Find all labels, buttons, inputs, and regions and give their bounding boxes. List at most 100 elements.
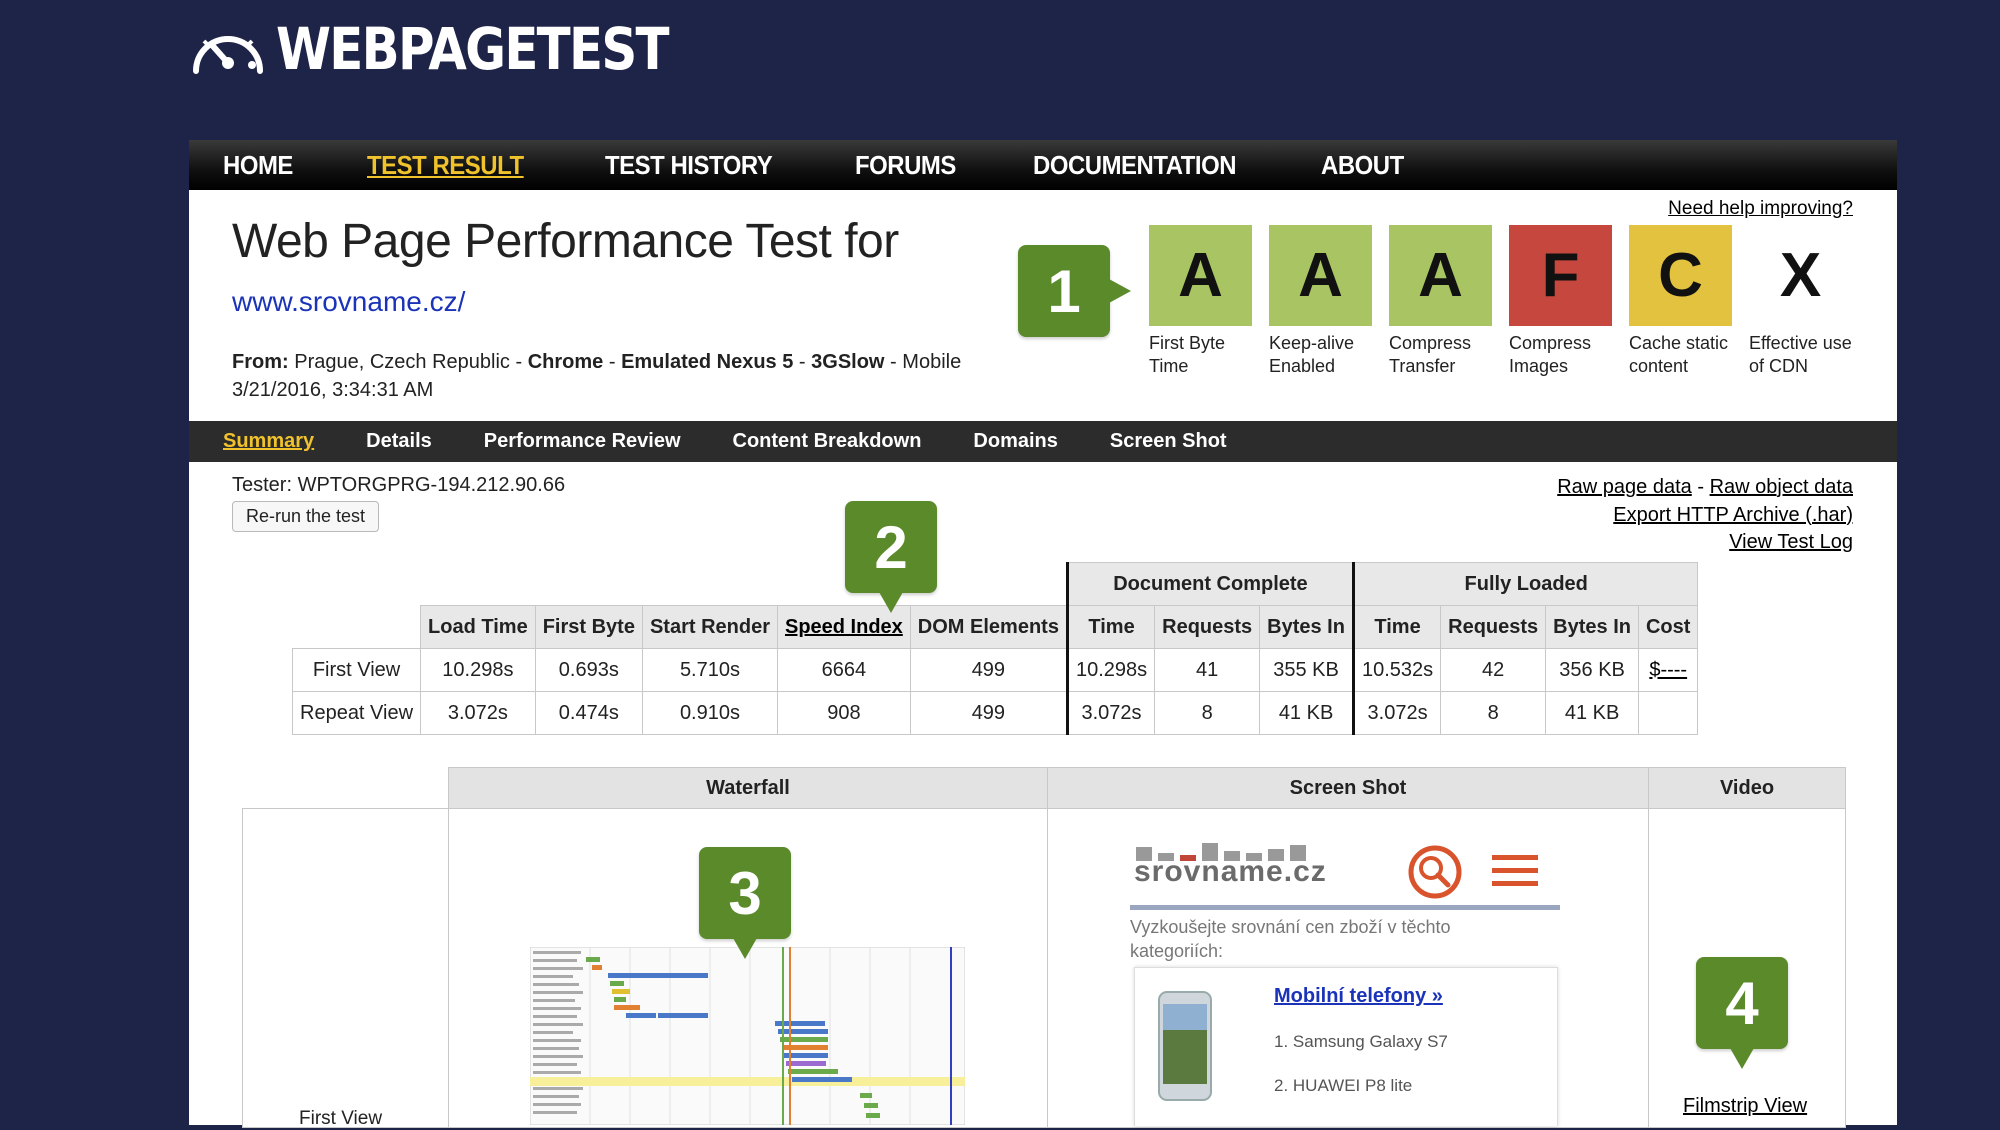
table-row: Repeat View 3.072s 0.474s 0.910s 908 499… — [291, 691, 1699, 735]
grade-label: First Byte Time — [1149, 333, 1226, 376]
rerun-button[interactable]: Re-run the test — [232, 501, 380, 532]
category-card: Mobilní telefony » 1. Samsung Galaxy S7 … — [1134, 967, 1558, 1126]
tab-content-breakdown[interactable]: Content Breakdown — [733, 430, 922, 453]
col-doc-requests: Requests — [1154, 605, 1261, 649]
cell: 5.710s — [641, 648, 778, 692]
divider — [1130, 905, 1560, 910]
screenshot-header: Screen Shot — [1047, 767, 1649, 809]
export-har-link[interactable]: Export HTTP Archive (.har) — [1613, 504, 1853, 526]
cell: 8 — [1154, 691, 1261, 735]
col-cost: Cost — [1637, 605, 1699, 649]
callout-2: 2 — [845, 501, 937, 613]
cell: 3.072s — [420, 691, 536, 735]
network: 3GSlow — [811, 351, 885, 373]
nav-forums[interactable]: FORUMS — [855, 150, 956, 181]
search-icon — [1408, 845, 1462, 899]
test-datetime: 3/21/2016, 3:34:31 AM — [232, 379, 434, 401]
phone-image — [1158, 991, 1212, 1101]
nav-documentation[interactable]: DOCUMENTATION — [1033, 150, 1237, 181]
cell: 10.298s — [1065, 648, 1156, 692]
callout-number: 4 — [1725, 969, 1759, 1037]
row-label: Repeat View — [291, 691, 422, 735]
grade-first-byte[interactable]: A First Byte Time — [1149, 225, 1252, 378]
callout-pointer — [1730, 1048, 1754, 1069]
table-row: First View 10.298s 0.693s 5.710s 6664 49… — [291, 648, 1699, 692]
document-complete-header: Document Complete — [1065, 562, 1354, 606]
col-doc-bytes: Bytes In — [1259, 605, 1354, 649]
grade-letter: C — [1629, 225, 1732, 326]
nav-home[interactable]: HOME — [223, 150, 293, 181]
grade-letter: X — [1749, 225, 1852, 326]
cell: 6664 — [776, 648, 911, 692]
platform: Mobile — [902, 351, 962, 373]
grade-label: Cache static content — [1629, 333, 1729, 376]
cell: 908 — [776, 691, 911, 735]
cell: 3.072s — [1351, 691, 1442, 735]
speedometer-icon — [193, 36, 263, 74]
col-start-render: Start Render — [641, 605, 778, 649]
first-view-label: First View — [299, 1108, 383, 1129]
callout-pointer — [733, 938, 757, 959]
screenshot-tagline: Vyzkoušejte srovnání cen zboží v těchto … — [1130, 917, 1451, 961]
callout-number: 2 — [874, 513, 908, 581]
link-separator: - — [1697, 476, 1705, 498]
tested-url-link[interactable]: www.srovname.cz/ — [232, 286, 465, 318]
grade-compress-images[interactable]: F Compress Images — [1509, 225, 1612, 378]
cost-cell: $---- — [1637, 648, 1699, 692]
cell: 41 KB — [1259, 691, 1354, 735]
row-label: First View — [291, 648, 422, 692]
category-link[interactable]: Mobilní telefony » — [1274, 985, 1443, 1008]
tab-summary[interactable]: Summary — [223, 430, 314, 453]
cost-link[interactable]: $---- — [1649, 659, 1687, 681]
help-improving-link[interactable]: Need help improving? — [1668, 198, 1853, 220]
logo-text: WEBPAGETEST — [276, 15, 670, 83]
grade-letter: A — [1269, 225, 1372, 326]
cell: 8 — [1440, 691, 1547, 735]
cell: 0.910s — [641, 691, 778, 735]
from-location: Prague, Czech Republic — [294, 351, 510, 373]
grade-label: Compress Transfer — [1389, 333, 1472, 376]
grade-cache-static[interactable]: C Cache static content — [1629, 225, 1732, 378]
cell: 499 — [909, 691, 1068, 735]
from-label: From: — [232, 351, 289, 373]
cell: 10.298s — [420, 648, 536, 692]
tab-performance-review[interactable]: Performance Review — [484, 430, 681, 453]
view-test-log-link[interactable]: View Test Log — [1729, 531, 1853, 553]
col-full-requests: Requests — [1440, 605, 1547, 649]
nav-about[interactable]: ABOUT — [1321, 150, 1404, 181]
raw-object-data-link[interactable]: Raw object data — [1710, 476, 1853, 498]
grade-letter: F — [1509, 225, 1612, 326]
grade-cdn[interactable]: X Effective use of CDN — [1749, 225, 1852, 378]
cell: 41 — [1154, 648, 1261, 692]
results-table: Document Complete Fully Loaded Load Time… — [291, 562, 1699, 735]
grade-label: Effective use of CDN — [1749, 333, 1852, 376]
col-doc-time: Time — [1065, 605, 1156, 649]
webpagetest-logo[interactable]: WEBPAGETEST — [190, 14, 732, 84]
callout-1: 1 — [1018, 245, 1131, 337]
grade-letter: A — [1149, 225, 1252, 326]
nav-test-result[interactable]: TEST RESULT — [367, 150, 524, 181]
tab-screen-shot[interactable]: Screen Shot — [1110, 430, 1227, 453]
page-screenshot[interactable]: srovname.cz Vyzkoušejte srovnání cen zbo… — [1130, 835, 1560, 1126]
tab-details[interactable]: Details — [366, 430, 432, 453]
nav-test-history[interactable]: TEST HISTORY — [605, 150, 773, 181]
grades-row: A First Byte Time A Keep-alive Enabled A… — [1149, 225, 1852, 378]
raw-page-data-link[interactable]: Raw page data — [1557, 476, 1692, 498]
grade-keep-alive[interactable]: A Keep-alive Enabled — [1269, 225, 1372, 378]
tester-info: Tester: WPTORGPRG-194.212.90.66 — [232, 474, 566, 496]
cell: 0.474s — [534, 691, 643, 735]
callout-3: 3 — [699, 847, 791, 959]
filmstrip-view-link[interactable]: Filmstrip View — [1683, 1095, 1807, 1118]
grade-label: Compress Images — [1509, 333, 1592, 376]
tab-domains[interactable]: Domains — [973, 430, 1057, 453]
cell: 356 KB — [1545, 648, 1639, 692]
grade-compress-transfer[interactable]: A Compress Transfer — [1389, 225, 1492, 378]
speed-index-link[interactable]: Speed Index — [785, 616, 903, 638]
waterfall-thumbnail[interactable] — [530, 947, 965, 1125]
col-full-bytes: Bytes In — [1545, 605, 1639, 649]
cell: 499 — [909, 648, 1068, 692]
video-header: Video — [1648, 767, 1846, 809]
col-full-time: Time — [1351, 605, 1442, 649]
list-item: 2. HUAWEI P8 lite — [1274, 1076, 1413, 1095]
callout-pointer — [1109, 279, 1131, 303]
